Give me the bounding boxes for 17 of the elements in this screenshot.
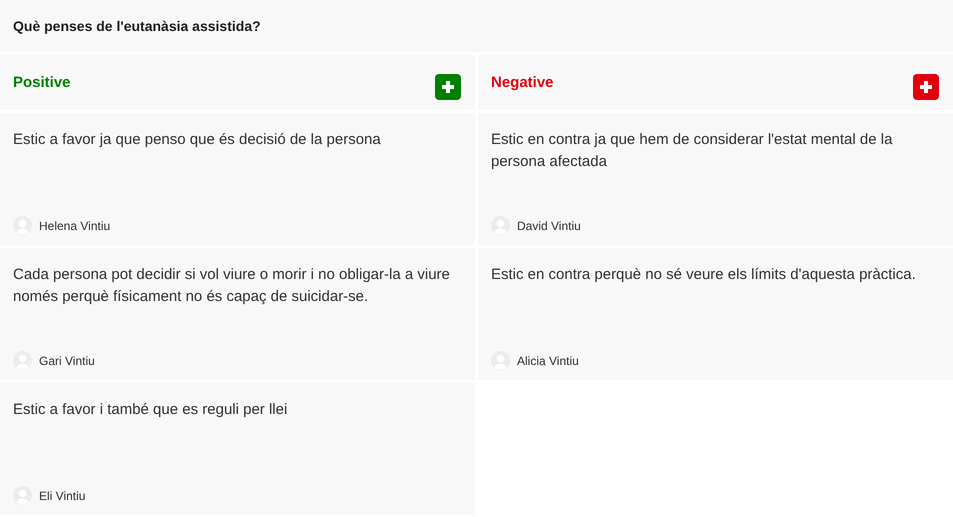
question-title: Què penses de l'eutanàsia assistida? [13,18,261,34]
author-name: Alicia Vintiu [517,354,579,368]
comment-text: Estic a favor i també que es reguli per llei [13,400,288,420]
comment-text: Cada persona pot decidir si vol viure o morir i no obligar-la a viure només perquè físicament no és capaç de suicidar-se. [13,265,451,307]
add-button[interactable] [913,74,939,100]
column-title: Negative [491,74,554,91]
author-name: Gari Vintiu [39,354,95,368]
add-button[interactable] [435,74,461,100]
plus-icon [918,78,934,94]
comment-text: Estic a favor ja que penso que és decisió de la persona [13,130,382,150]
plus-icon [440,78,456,94]
author-name: Helena Vintiu [39,218,110,232]
column-title: Positive [13,74,71,91]
author-name: David Vintiu [517,218,581,232]
comment-text: Estic en contra ja que hem de considerar l'estat mental de la persona afectada [491,130,894,172]
author-name: Eli Vintiu [39,488,86,502]
comment-text: Estic en contra perquè no sé veure els límits d'aquesta pràctica. [491,265,917,285]
